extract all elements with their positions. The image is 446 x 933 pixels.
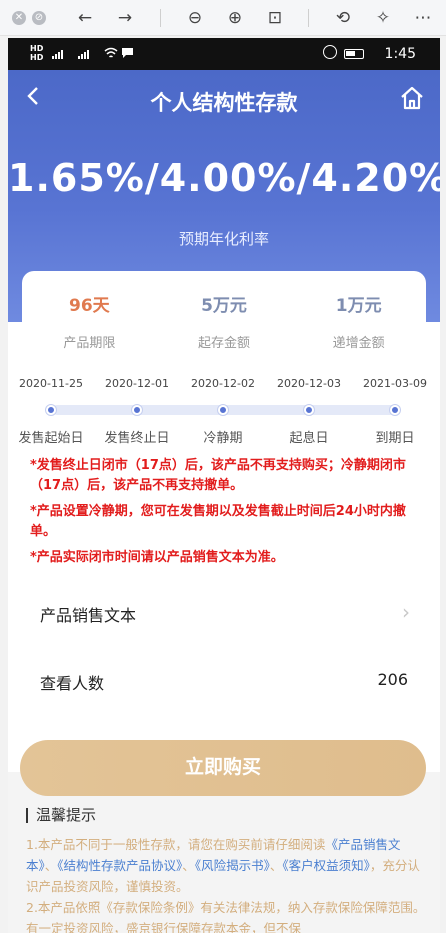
agreement-link[interactable]: 《结构性存款产品协议》 bbox=[57, 858, 182, 873]
hd-indicator: HD HD bbox=[30, 44, 44, 62]
tip-text: 、 bbox=[182, 858, 195, 873]
timeline-date: 2021-03-09 bbox=[363, 377, 427, 390]
row-label: 查看人数 bbox=[40, 674, 105, 693]
tips-text: 1.本产品不同于一般性存款，请您在购买前请仔细阅读《产品销售文本》、《结构性存款… bbox=[26, 834, 426, 933]
status-bar: HD HD 1:45 bbox=[8, 38, 440, 70]
timeline-date: 2020-12-01 bbox=[105, 377, 169, 390]
more-icon[interactable]: ⋯ bbox=[412, 8, 434, 28]
sales-document-row[interactable]: 产品销售文本 › bbox=[8, 582, 440, 646]
summary-label: 起存金额 bbox=[198, 336, 251, 351]
buy-now-button[interactable]: 立即购买 bbox=[20, 740, 426, 796]
signal-icon bbox=[52, 48, 63, 59]
summary-value: 1万元 bbox=[335, 296, 382, 316]
close-window-icon[interactable]: ✕ bbox=[12, 11, 26, 25]
zoom-in-icon[interactable]: ⊕ bbox=[224, 8, 246, 28]
customer-rights-link[interactable]: 《客户权益须知》 bbox=[282, 858, 370, 873]
timeline-label: 到期日 bbox=[375, 431, 415, 446]
status-time: 1:45 bbox=[384, 46, 416, 62]
page-title: 个人结构性存款 bbox=[150, 91, 298, 115]
interest-rate: 1.65%/4.00%/4.20% bbox=[8, 156, 440, 200]
timeline-dot bbox=[390, 405, 400, 415]
tip-paragraph: 1.本产品不同于一般性存款，请您在购买前请仔细阅读《产品销售文本》、《结构性存款… bbox=[26, 834, 426, 897]
timeline-dot bbox=[218, 405, 228, 415]
home-icon[interactable] bbox=[398, 84, 426, 112]
alarm-icon bbox=[323, 45, 337, 59]
summary-increment: 1万元 递增金额 bbox=[291, 271, 426, 361]
tips-title: 温馨提示 bbox=[26, 808, 96, 823]
timeline-dot bbox=[46, 405, 56, 415]
summary-term: 96天 产品期限 bbox=[22, 271, 157, 361]
summary-label: 递增金额 bbox=[332, 336, 385, 351]
tip-paragraph: 2.本产品依照《存款保险条例》有关法律法规，纳入存款保险保障范围。有一定投资风险… bbox=[26, 900, 426, 933]
tip-text: 、 bbox=[44, 858, 58, 873]
chat-bubble-icon bbox=[122, 48, 133, 58]
timeline-label: 起息日 bbox=[289, 431, 329, 446]
arrow-left-icon[interactable]: ← bbox=[74, 8, 96, 28]
product-summary: 96天 产品期限 5万元 起存金额 1万元 递增金额 bbox=[22, 271, 426, 361]
zoom-out-icon[interactable]: ⊖ bbox=[184, 8, 206, 28]
timeline-date: 2020-12-02 bbox=[191, 377, 255, 390]
minimize-window-icon[interactable]: ⊘ bbox=[32, 11, 46, 25]
wifi-icon bbox=[104, 47, 118, 58]
actual-size-icon[interactable]: ⊡ bbox=[264, 8, 286, 28]
viewers-row: 查看人数 206 bbox=[8, 650, 440, 714]
timeline-date: 2020-11-25 bbox=[19, 377, 83, 390]
chevron-right-icon: › bbox=[402, 600, 410, 624]
timeline-labels: 发售起始日 发售终止日 冷静期 起息日 到期日 bbox=[8, 427, 440, 446]
warning-note: *产品实际闭市时间请以产品销售文本为准。 bbox=[30, 550, 284, 565]
phone-screen: HD HD 1:45 个人结构性存款 1.65%/4.00%/4.20% 预期年化… bbox=[8, 38, 440, 933]
tip-text: 1.本产品不同于一般性存款，请您在购买前请仔细阅读 bbox=[26, 837, 326, 852]
timeline-label: 发售终止日 bbox=[104, 431, 170, 446]
summary-value: 5万元 bbox=[201, 296, 247, 316]
magic-wand-icon[interactable]: ✧ bbox=[372, 8, 394, 28]
timeline-label: 发售起始日 bbox=[18, 431, 84, 446]
warning-notes: *发售终止日闭市（17点）后，该产品不再支持购买；冷静期闭市（17点）后，该产品… bbox=[30, 456, 424, 574]
timeline-date: 2020-12-03 bbox=[277, 377, 341, 390]
warning-note: *发售终止日闭市（17点）后，该产品不再支持购买；冷静期闭市（17点）后，该产品… bbox=[30, 458, 406, 493]
warning-note: *产品设置冷静期，您可在发售期以及发售截止时间后24小时内撤单。 bbox=[30, 504, 406, 539]
signal-icon bbox=[78, 48, 89, 59]
timeline-label: 冷静期 bbox=[203, 431, 243, 446]
toolbar-divider bbox=[160, 9, 161, 27]
risk-disclosure-link[interactable]: 《风险揭示书》 bbox=[195, 858, 270, 873]
tip-text: 、 bbox=[269, 858, 283, 873]
battery-icon bbox=[344, 49, 364, 59]
row-label: 产品销售文本 bbox=[40, 606, 137, 625]
timeline-dot bbox=[132, 405, 142, 415]
interest-rate-label: 预期年化利率 bbox=[178, 230, 269, 248]
timeline-dates: 2020-11-25 2020-12-01 2020-12-02 2020-12… bbox=[8, 377, 440, 395]
summary-label: 产品期限 bbox=[63, 336, 116, 351]
timeline-dot bbox=[304, 405, 314, 415]
rotate-icon[interactable]: ⟲ bbox=[332, 8, 354, 28]
toolbar-divider bbox=[308, 9, 309, 27]
summary-min-amount: 5万元 起存金额 bbox=[157, 271, 292, 361]
arrow-right-icon[interactable]: → bbox=[114, 8, 136, 28]
viewer-count: 206 bbox=[377, 670, 408, 689]
summary-value: 96天 bbox=[69, 296, 110, 316]
image-viewer-toolbar: ✕ ⊘ ← → ⊖ ⊕ ⊡ ⟲ ✧ ⋯ bbox=[0, 0, 446, 36]
